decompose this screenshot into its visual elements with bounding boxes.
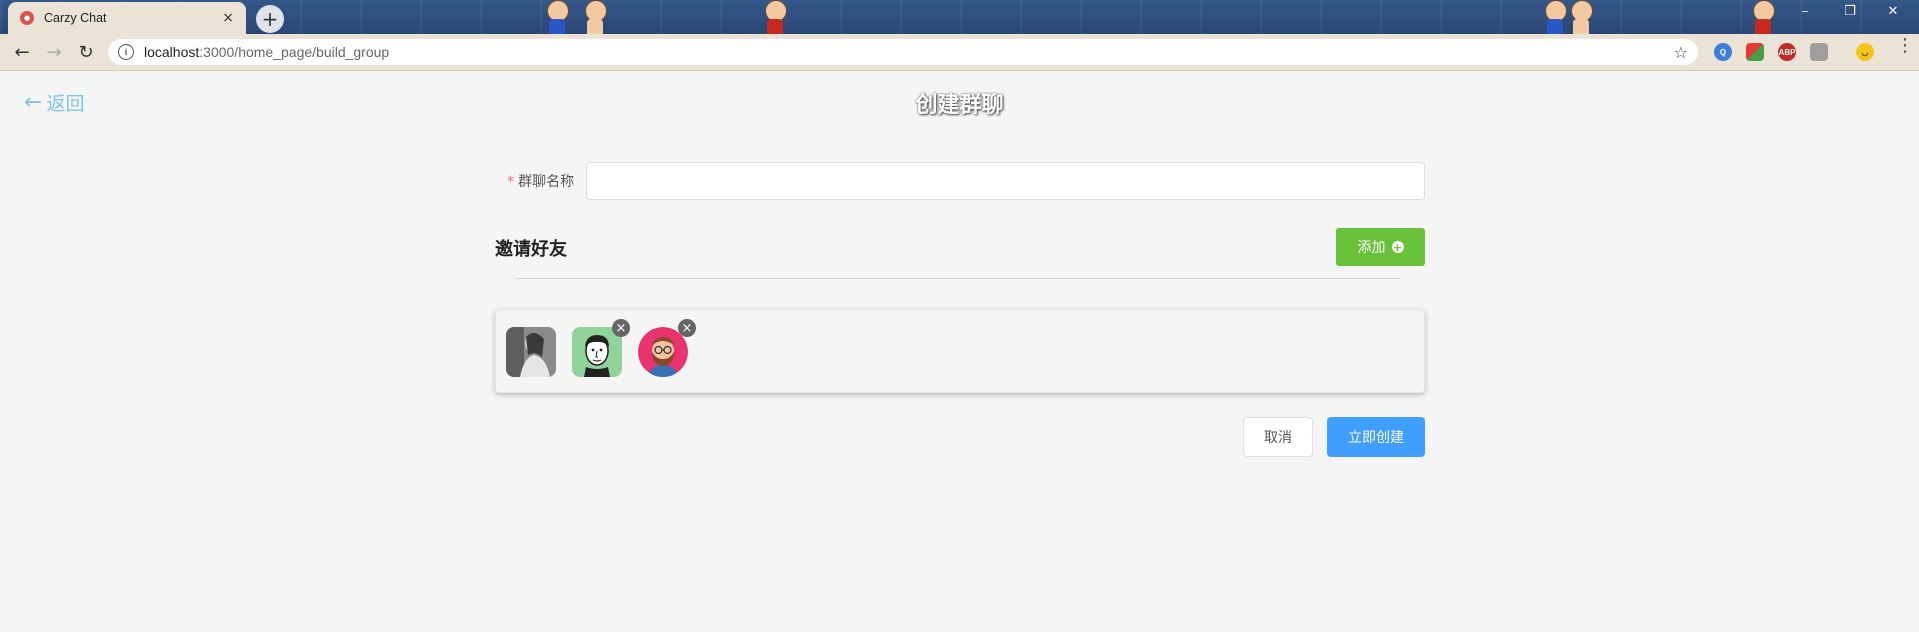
- url-text[interactable]: localhost:3000/home_page/build_group: [144, 44, 1674, 60]
- cancel-button[interactable]: 取消: [1243, 417, 1313, 457]
- page-title: 创建群聊: [915, 93, 1004, 118]
- extension-face-icon[interactable]: ◡: [1856, 43, 1874, 61]
- friend-avatar-item[interactable]: ×: [572, 319, 630, 377]
- decor-character: [1564, 0, 1598, 34]
- decor-character: [540, 0, 574, 34]
- site-info-icon[interactable]: i: [118, 44, 134, 60]
- group-name-form-item: * 群聊名称: [495, 161, 1425, 201]
- page-content: ← 返回 创建群聊 * 群聊名称 邀请好友 添加 + × × 取消 立即创建: [0, 71, 1919, 632]
- reload-icon[interactable]: ↻: [70, 36, 102, 68]
- browser-toolbar: ← → ↻ i localhost:3000/home_page/build_g…: [0, 34, 1919, 71]
- invite-friends-heading: 邀请好友: [495, 239, 567, 260]
- add-friend-button[interactable]: 添加 +: [1336, 228, 1425, 266]
- required-mark: *: [507, 174, 515, 190]
- title-bar-background: [0, 0, 1919, 34]
- decor-character: [758, 0, 792, 34]
- remove-friend-icon[interactable]: ×: [612, 319, 630, 337]
- extension-search-icon[interactable]: Q: [1714, 43, 1732, 61]
- group-name-label: * 群聊名称: [495, 171, 586, 191]
- plus-circle-icon: +: [1391, 240, 1404, 254]
- browser-tab[interactable]: ● Carzy Chat ×: [8, 2, 246, 34]
- extension-gray-icon[interactable]: [1810, 43, 1828, 61]
- group-name-input[interactable]: [586, 162, 1425, 200]
- minimize-icon[interactable]: –: [1794, 4, 1816, 19]
- url-host: localhost: [144, 44, 200, 60]
- browser-title-bar: ● Carzy Chat × + – ❐ ✕: [0, 0, 1919, 34]
- back-arrow-icon[interactable]: ←: [6, 36, 38, 68]
- section-divider: [515, 278, 1400, 279]
- app-favicon-icon: ●: [20, 11, 34, 25]
- remove-friend-icon[interactable]: ×: [678, 319, 696, 337]
- url-path: :3000/home_page/build_group: [199, 44, 390, 60]
- extension-colorful-icon[interactable]: [1746, 43, 1764, 61]
- create-group-button[interactable]: 立即创建: [1327, 417, 1425, 457]
- forward-arrow-icon[interactable]: →: [38, 36, 70, 68]
- browser-menu-icon[interactable]: ⋮: [1896, 37, 1914, 55]
- friend-avatar-item[interactable]: [506, 327, 556, 377]
- tab-close-icon[interactable]: ×: [222, 10, 234, 26]
- friend-avatar-item[interactable]: ×: [638, 319, 696, 377]
- add-button-label: 添加: [1357, 240, 1386, 256]
- adblock-plus-icon[interactable]: ABP: [1778, 43, 1796, 61]
- decor-character: [578, 0, 612, 34]
- decor-character: [1746, 0, 1780, 34]
- avatar: [506, 327, 556, 377]
- new-tab-button[interactable]: +: [256, 5, 284, 33]
- window-close-icon[interactable]: ✕: [1882, 4, 1904, 19]
- address-bar[interactable]: i localhost:3000/home_page/build_group ☆: [108, 39, 1698, 65]
- bookmark-star-icon[interactable]: ☆: [1674, 43, 1688, 62]
- group-name-label-text: 群聊名称: [518, 174, 575, 190]
- invited-friends-list: × ×: [495, 309, 1425, 393]
- tab-title: Carzy Chat: [44, 11, 107, 25]
- restore-icon[interactable]: ❐: [1839, 4, 1861, 19]
